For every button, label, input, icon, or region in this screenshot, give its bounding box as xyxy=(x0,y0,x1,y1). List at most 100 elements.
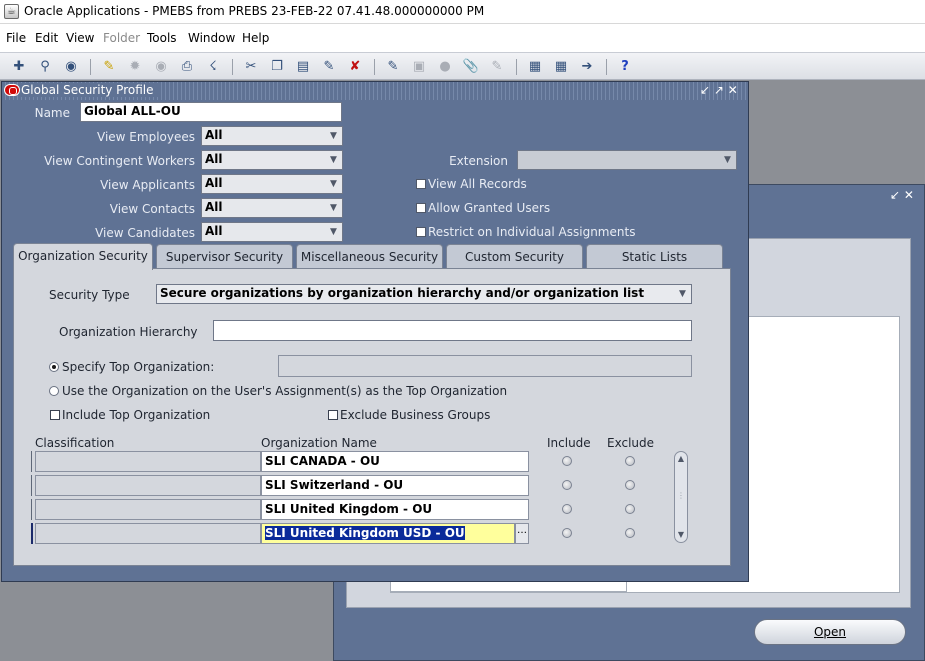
background-window-controls[interactable]: ↙ ✕ xyxy=(890,188,914,202)
chevron-down-icon[interactable]: ▼ xyxy=(327,129,340,143)
exclude-radio[interactable] xyxy=(625,456,635,466)
organization-name-cell[interactable]: SLI United Kingdom - OU xyxy=(261,499,529,520)
menu-help[interactable]: Help xyxy=(242,31,269,45)
chevron-down-icon[interactable]: ▼ xyxy=(721,153,734,167)
view-applicants-label: View Applicants xyxy=(100,178,195,192)
zoom-icon[interactable]: ▣ xyxy=(410,58,428,76)
radio-button[interactable] xyxy=(49,386,59,396)
attachments-icon[interactable]: 📎 xyxy=(462,58,480,76)
specify-top-organization-radio[interactable]: Specify Top Organization: xyxy=(49,360,214,374)
use-assignment-organization-radio[interactable]: Use the Organization on the User's Assig… xyxy=(49,384,507,398)
translations-icon[interactable]: ● xyxy=(436,58,454,76)
top-organization-field[interactable] xyxy=(278,355,692,377)
chevron-down-icon[interactable]: ▼ xyxy=(327,177,340,191)
window-icon[interactable]: ▦ xyxy=(552,58,570,76)
find-icon[interactable]: ⚲ xyxy=(36,58,54,76)
include-radio[interactable] xyxy=(562,456,572,466)
folder-tools-icon[interactable]: ✎ xyxy=(488,58,506,76)
organization-name-cell-selected[interactable]: SLI United Kingdom USD - OU xyxy=(261,523,515,544)
calendar-icon[interactable]: ▦ xyxy=(526,58,544,76)
chevron-down-icon[interactable]: ▼ xyxy=(327,225,340,239)
classification-cell[interactable] xyxy=(35,523,261,544)
column-header-exclude: Exclude xyxy=(607,436,655,450)
chevron-down-icon[interactable]: ▼ xyxy=(676,287,689,301)
view-contingent-workers-select[interactable]: All ▼ xyxy=(201,150,343,170)
tab-static-lists[interactable]: Static Lists xyxy=(586,244,723,269)
menu-tools[interactable]: Tools xyxy=(147,31,177,45)
exclude-radio[interactable] xyxy=(625,480,635,490)
paste-icon[interactable]: ▤ xyxy=(294,58,312,76)
print-icon[interactable]: ⎙ xyxy=(178,58,196,76)
restrict-individual-assignments-checkbox[interactable]: Restrict on Individual Assignments xyxy=(416,225,635,239)
tab-organization-security[interactable]: Organization Security xyxy=(13,243,153,270)
scroll-up-icon[interactable]: ▲ xyxy=(676,453,686,465)
view-all-records-checkbox[interactable]: View All Records xyxy=(416,177,527,191)
view-all-records-label: View All Records xyxy=(428,177,527,191)
rows-vertical-scrollbar[interactable]: ▲ ⋮ ▼ xyxy=(674,451,688,543)
organization-hierarchy-label: Organization Hierarchy xyxy=(59,325,198,339)
allow-granted-users-label: Allow Granted Users xyxy=(428,201,551,215)
menu-file[interactable]: File xyxy=(6,31,26,45)
view-candidates-select[interactable]: All ▼ xyxy=(201,222,343,242)
menu-folder[interactable]: Folder xyxy=(103,31,140,45)
extension-select[interactable]: ▼ xyxy=(517,150,737,170)
delete-record-icon[interactable]: ✘ xyxy=(346,58,364,76)
clear-record-icon[interactable]: ✎ xyxy=(320,58,338,76)
view-contacts-label: View Contacts xyxy=(109,202,195,216)
save-icon[interactable]: ✎ xyxy=(100,58,118,76)
name-field[interactable]: Global ALL-OU xyxy=(80,102,342,122)
checkbox-box[interactable] xyxy=(50,410,60,420)
include-radio[interactable] xyxy=(562,528,572,538)
organization-name-cell[interactable]: SLI CANADA - OU xyxy=(261,451,529,472)
help-icon[interactable]: ? xyxy=(616,58,634,76)
include-radio[interactable] xyxy=(562,480,572,490)
switch-responsibility-icon[interactable]: ◉ xyxy=(152,58,170,76)
organization-name-cell[interactable]: SLI Switzerland - OU xyxy=(261,475,529,496)
menu-window[interactable]: Window xyxy=(188,31,235,45)
menu-edit[interactable]: Edit xyxy=(35,31,58,45)
classification-cell[interactable] xyxy=(35,451,261,472)
toolbar-separator xyxy=(606,59,607,75)
exclude-business-groups-checkbox[interactable]: Exclude Business Groups xyxy=(328,408,490,422)
tab-custom-security[interactable]: Custom Security xyxy=(446,244,583,269)
checkbox-box[interactable] xyxy=(328,410,338,420)
include-radio[interactable] xyxy=(562,504,572,514)
view-contingent-workers-value: All xyxy=(205,152,223,166)
menu-view[interactable]: View xyxy=(66,31,94,45)
classification-cell[interactable] xyxy=(35,499,261,520)
scroll-down-icon[interactable]: ▼ xyxy=(676,529,686,541)
navigator-icon[interactable]: ◉ xyxy=(62,58,80,76)
cascade-icon[interactable]: ➔ xyxy=(578,58,596,76)
next-step-icon[interactable]: ✹ xyxy=(126,58,144,76)
tab-supervisor-security[interactable]: Supervisor Security xyxy=(156,244,293,269)
view-contingent-workers-label: View Contingent Workers xyxy=(44,154,195,168)
exclude-radio[interactable] xyxy=(625,528,635,538)
open-button[interactable]: Open xyxy=(754,619,906,645)
form-window-controls[interactable]: ↙ ↗ ✕ xyxy=(700,83,738,97)
radio-button[interactable] xyxy=(49,362,59,372)
checkbox-box[interactable] xyxy=(416,179,426,189)
allow-granted-users-checkbox[interactable]: Allow Granted Users xyxy=(416,201,550,215)
new-record-icon[interactable]: ✚ xyxy=(10,58,28,76)
include-top-organization-checkbox[interactable]: Include Top Organization xyxy=(50,408,210,422)
tab-miscellaneous-security[interactable]: Miscellaneous Security xyxy=(296,244,443,269)
view-employees-select[interactable]: All ▼ xyxy=(201,126,343,146)
list-of-values-ellipsis-button[interactable]: … xyxy=(515,523,529,544)
exclude-radio[interactable] xyxy=(625,504,635,514)
close-form-icon[interactable]: ☇ xyxy=(204,58,222,76)
edit-field-icon[interactable]: ✎ xyxy=(384,58,402,76)
organization-hierarchy-field[interactable] xyxy=(213,320,692,341)
chevron-down-icon[interactable]: ▼ xyxy=(327,153,340,167)
scroll-thumb-grip-icon[interactable]: ⋮ xyxy=(676,490,686,502)
cut-icon[interactable]: ✂ xyxy=(242,58,260,76)
checkbox-box[interactable] xyxy=(416,227,426,237)
security-type-select[interactable]: Secure organizations by organization hie… xyxy=(156,284,692,304)
checkbox-box[interactable] xyxy=(416,203,426,213)
column-header-classification: Classification xyxy=(35,436,115,450)
view-employees-label: View Employees xyxy=(97,130,195,144)
classification-cell[interactable] xyxy=(35,475,261,496)
view-applicants-select[interactable]: All ▼ xyxy=(201,174,343,194)
copy-icon[interactable]: ❐ xyxy=(268,58,286,76)
view-contacts-select[interactable]: All ▼ xyxy=(201,198,343,218)
chevron-down-icon[interactable]: ▼ xyxy=(327,201,340,215)
